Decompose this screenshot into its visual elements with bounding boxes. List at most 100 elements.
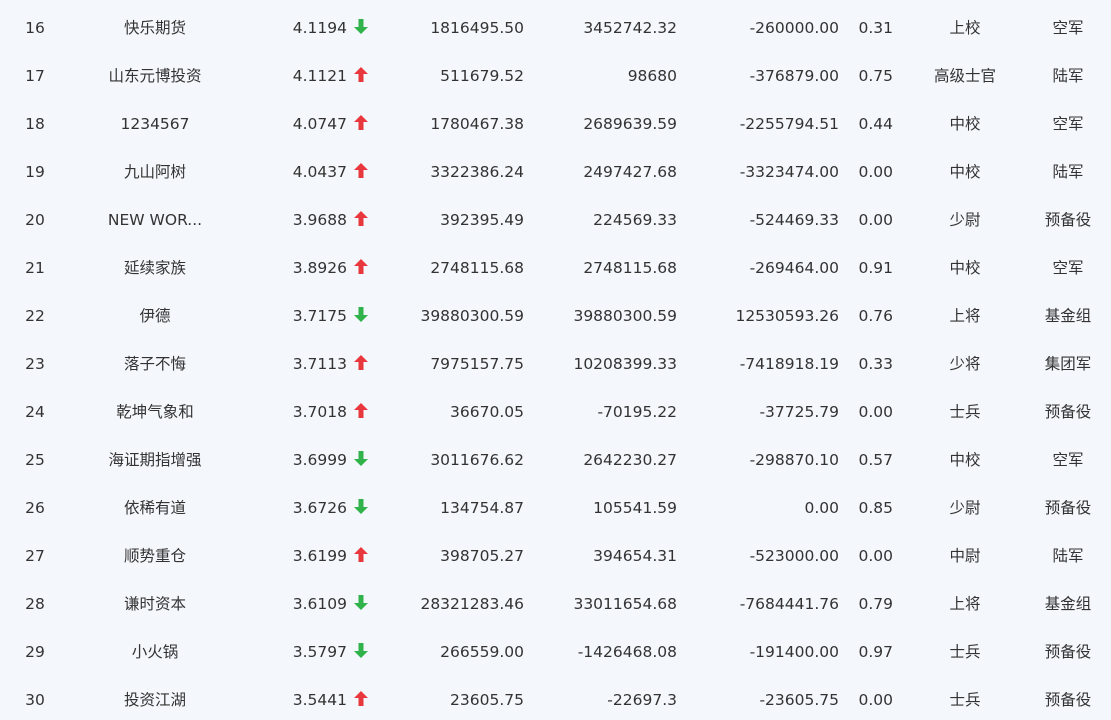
title-cell: 士兵	[949, 643, 981, 661]
branch-cell: 陆军	[1052, 547, 1084, 565]
name-cell[interactable]: 伊德	[80, 288, 230, 336]
rank-cell: 19	[25, 163, 45, 181]
ratio-cell: 0.33	[858, 355, 893, 373]
arrow-up-icon	[354, 144, 374, 192]
score-cell: 3.8926	[292, 259, 347, 277]
title-cell: 士兵	[949, 691, 981, 709]
ratio-cell: 0.00	[858, 403, 893, 421]
rank-cell: 23	[25, 355, 45, 373]
name-cell[interactable]: NEW WOR...	[80, 192, 230, 240]
branch-cell: 预备役	[1044, 499, 1092, 517]
table-row[interactable]: 20 NEW WOR... 3.9688 392395.49 224569.33 -524…	[0, 192, 1111, 240]
score-cell: 3.6109	[292, 595, 347, 613]
table-row[interactable]: 24 乾坤气象和 3.7018 36670.05 -70195.22 -37725.79 0…	[0, 384, 1111, 432]
name-cell[interactable]: 谦时资本	[80, 576, 230, 624]
name-cell[interactable]: 顺势重仓	[80, 528, 230, 576]
value1-cell: 39880300.59	[420, 307, 524, 325]
name-cell[interactable]: 延续家族	[80, 240, 230, 288]
branch-cell: 基金组	[1044, 595, 1092, 613]
arrow-down-icon	[354, 432, 374, 480]
value2-cell: 10208399.33	[573, 355, 677, 373]
value2-cell: 2748115.68	[583, 259, 677, 277]
arrow-up-icon	[354, 336, 374, 384]
value3-cell: -7684441.76	[739, 595, 839, 613]
ratio-cell: 0.91	[858, 259, 893, 277]
ratio-cell: 0.00	[858, 547, 893, 565]
arrow-up-icon	[354, 96, 374, 144]
value2-cell: -22697.3	[607, 691, 677, 709]
ratio-cell: 0.57	[858, 451, 893, 469]
branch-cell: 预备役	[1044, 403, 1092, 421]
value2-cell: -70195.22	[597, 403, 677, 421]
branch-cell: 空军	[1052, 115, 1084, 133]
value2-cell: 224569.33	[593, 211, 677, 229]
arrow-up-icon	[354, 528, 374, 576]
ratio-cell: 0.31	[858, 19, 893, 37]
name-cell[interactable]: 落子不悔	[80, 336, 230, 384]
value2-cell: 39880300.59	[573, 307, 677, 325]
arrow-up-icon	[354, 192, 374, 240]
name-cell[interactable]: 依稀有道	[80, 480, 230, 528]
name-cell[interactable]: 九山阿树	[80, 144, 230, 192]
ratio-cell: 0.76	[858, 307, 893, 325]
branch-cell: 集团军	[1044, 355, 1092, 373]
title-cell: 少将	[949, 355, 981, 373]
value2-cell: 394654.31	[593, 547, 677, 565]
value3-cell: 12530593.26	[735, 307, 839, 325]
title-cell: 上将	[949, 307, 981, 325]
table-row[interactable]: 19 九山阿树 4.0437 3322386.24 2497427.68 -3323474…	[0, 144, 1111, 192]
value3-cell: -524469.33	[749, 211, 839, 229]
value3-cell: 0.00	[804, 499, 839, 517]
rank-cell: 22	[25, 307, 45, 325]
name-cell[interactable]: 快乐期货	[80, 0, 230, 48]
value1-cell: 398705.27	[440, 547, 524, 565]
value2-cell: 105541.59	[593, 499, 677, 517]
name-cell[interactable]: 小火锅	[80, 624, 230, 672]
name-cell[interactable]: 海证期指增强	[80, 432, 230, 480]
value1-cell: 3011676.62	[430, 451, 524, 469]
value2-cell: 2497427.68	[583, 163, 677, 181]
table-row[interactable]: 26 依稀有道 3.6726 134754.87 105541.59 0.00 0.85 少尉…	[0, 480, 1111, 528]
title-cell: 少尉	[949, 211, 981, 229]
name-cell[interactable]: 乾坤气象和	[80, 384, 230, 432]
table-row[interactable]: 21 延续家族 3.8926 2748115.68 2748115.68 -269464.…	[0, 240, 1111, 288]
title-cell: 少尉	[949, 499, 981, 517]
title-cell: 中校	[949, 163, 981, 181]
value2-cell: 33011654.68	[573, 595, 677, 613]
rank-cell: 30	[25, 691, 45, 709]
ratio-cell: 0.00	[858, 211, 893, 229]
table-row[interactable]: 28 谦时资本 3.6109 28321283.46 33011654.68 -76844…	[0, 576, 1111, 624]
branch-cell: 空军	[1052, 19, 1084, 37]
title-cell: 中校	[949, 259, 981, 277]
table-row[interactable]: 17 山东元博投资 4.1121 511679.52 98680 -376879.00 0.…	[0, 48, 1111, 96]
ratio-cell: 0.00	[858, 691, 893, 709]
value1-cell: 7975157.75	[430, 355, 524, 373]
rank-cell: 25	[25, 451, 45, 469]
table-row[interactable]: 23 落子不悔 3.7113 7975157.75 10208399.33 -741891…	[0, 336, 1111, 384]
table-row[interactable]: 29 小火锅 3.5797 266559.00 -1426468.08 -191400.0…	[0, 624, 1111, 672]
table-row[interactable]: 27 顺势重仓 3.6199 398705.27 394654.31 -523000.00…	[0, 528, 1111, 576]
value1-cell: 1780467.38	[430, 115, 524, 133]
table-row[interactable]: 22 伊德 3.7175 39880300.59 39880300.59 12530593…	[0, 288, 1111, 336]
value3-cell: -7418918.19	[739, 355, 839, 373]
score-cell: 4.0747	[292, 115, 347, 133]
name-cell[interactable]: 山东元博投资	[80, 48, 230, 96]
name-cell[interactable]: 投资江湖	[80, 672, 230, 720]
branch-cell: 基金组	[1044, 307, 1092, 325]
title-cell: 高级士官	[933, 67, 996, 85]
value2-cell: -1426468.08	[577, 643, 677, 661]
rank-cell: 29	[25, 643, 45, 661]
ratio-cell: 0.44	[858, 115, 893, 133]
ratio-cell: 0.97	[858, 643, 893, 661]
score-cell: 3.6199	[292, 547, 347, 565]
table-row[interactable]: 30 投资江湖 3.5441 23605.75 -22697.3 -23605.75 0.0…	[0, 672, 1111, 720]
value3-cell: -191400.00	[749, 643, 839, 661]
name-cell[interactable]: 1234567	[80, 96, 230, 144]
table-row[interactable]: 18 1234567 4.0747 1780467.38 2689639.59 -2255…	[0, 96, 1111, 144]
table-row[interactable]: 25 海证期指增强 3.6999 3011676.62 2642230.27 -29887…	[0, 432, 1111, 480]
arrow-down-icon	[354, 480, 374, 528]
arrow-up-icon	[354, 384, 374, 432]
branch-cell: 空军	[1052, 451, 1084, 469]
table-row[interactable]: 16 快乐期货 4.1194 1816495.50 3452742.32 -260000.…	[0, 0, 1111, 48]
score-cell: 3.6726	[292, 499, 347, 517]
